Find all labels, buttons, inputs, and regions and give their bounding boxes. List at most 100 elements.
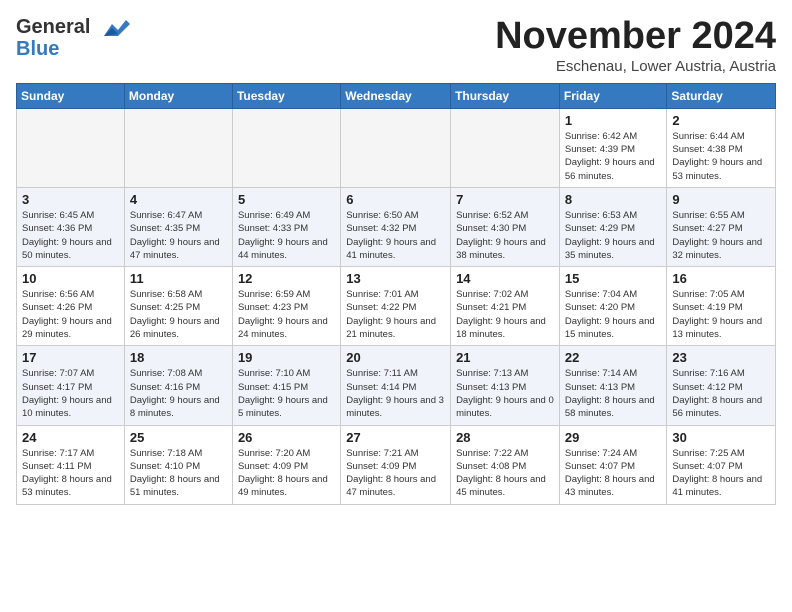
day-number: 7 bbox=[456, 192, 554, 207]
logo-line2: Blue bbox=[16, 38, 130, 60]
weekday-header-row: SundayMondayTuesdayWednesdayThursdayFrid… bbox=[17, 83, 776, 108]
day-cell: 9 Sunrise: 6:55 AM Sunset: 4:27 PM Daylig… bbox=[667, 187, 776, 266]
week-row-5: 24Sunrise: 7:17 AM Sunset: 4:11 PM Dayli… bbox=[17, 425, 776, 504]
week-row-4: 17Sunrise: 7:07 AM Sunset: 4:17 PM Dayli… bbox=[17, 346, 776, 425]
day-cell: 3 Sunrise: 6:45 AM Sunset: 4:36 PM Daylig… bbox=[17, 187, 125, 266]
day-cell bbox=[124, 108, 232, 187]
day-cell: 10Sunrise: 6:56 AM Sunset: 4:26 PM Dayli… bbox=[17, 267, 125, 346]
day-info: Sunrise: 7:24 AM Sunset: 4:07 PM Dayligh… bbox=[565, 447, 662, 500]
weekday-header-saturday: Saturday bbox=[667, 83, 776, 108]
day-info: Sunrise: 6:55 AM Sunset: 4:27 PM Dayligh… bbox=[672, 209, 770, 262]
day-info: Sunrise: 7:25 AM Sunset: 4:07 PM Dayligh… bbox=[672, 447, 770, 500]
day-number: 18 bbox=[130, 350, 227, 365]
day-info: Sunrise: 7:21 AM Sunset: 4:09 PM Dayligh… bbox=[346, 447, 445, 500]
day-number: 2 bbox=[672, 113, 770, 128]
location-subtitle: Eschenau, Lower Austria, Austria bbox=[495, 58, 776, 75]
day-cell: 22 Sunrise: 7:14 AM Sunset: 4:13 PM Dayli… bbox=[559, 346, 667, 425]
day-cell: 28 Sunrise: 7:22 AM Sunset: 4:08 PM Dayli… bbox=[451, 425, 560, 504]
day-info: Sunrise: 7:22 AM Sunset: 4:08 PM Dayligh… bbox=[456, 447, 554, 500]
day-cell: 13 Sunrise: 7:01 AM Sunset: 4:22 PM Dayli… bbox=[341, 267, 451, 346]
day-cell: 2 Sunrise: 6:44 AM Sunset: 4:38 PM Daylig… bbox=[667, 108, 776, 187]
day-info: Sunrise: 6:58 AM Sunset: 4:25 PM Dayligh… bbox=[130, 288, 227, 341]
weekday-header-friday: Friday bbox=[559, 83, 667, 108]
title-area: November 2024 Eschenau, Lower Austria, A… bbox=[495, 16, 776, 75]
day-info: Sunrise: 6:47 AM Sunset: 4:35 PM Dayligh… bbox=[130, 209, 227, 262]
day-cell: 1Sunrise: 6:42 AM Sunset: 4:39 PM Daylig… bbox=[559, 108, 667, 187]
day-number: 15 bbox=[565, 271, 662, 286]
day-info: Sunrise: 7:04 AM Sunset: 4:20 PM Dayligh… bbox=[565, 288, 662, 341]
day-info: Sunrise: 7:02 AM Sunset: 4:21 PM Dayligh… bbox=[456, 288, 554, 341]
day-info: Sunrise: 7:10 AM Sunset: 4:15 PM Dayligh… bbox=[238, 367, 335, 420]
day-number: 16 bbox=[672, 271, 770, 286]
day-number: 6 bbox=[346, 192, 445, 207]
day-info: Sunrise: 6:45 AM Sunset: 4:36 PM Dayligh… bbox=[22, 209, 119, 262]
day-info: Sunrise: 7:14 AM Sunset: 4:13 PM Dayligh… bbox=[565, 367, 662, 420]
day-info: Sunrise: 6:52 AM Sunset: 4:30 PM Dayligh… bbox=[456, 209, 554, 262]
day-number: 21 bbox=[456, 350, 554, 365]
day-cell: 14 Sunrise: 7:02 AM Sunset: 4:21 PM Dayli… bbox=[451, 267, 560, 346]
day-info: Sunrise: 7:20 AM Sunset: 4:09 PM Dayligh… bbox=[238, 447, 335, 500]
day-number: 12 bbox=[238, 271, 335, 286]
day-number: 8 bbox=[565, 192, 662, 207]
day-cell bbox=[451, 108, 560, 187]
day-cell: 15 Sunrise: 7:04 AM Sunset: 4:20 PM Dayli… bbox=[559, 267, 667, 346]
day-cell: 20 Sunrise: 7:11 AM Sunset: 4:14 PM Dayli… bbox=[341, 346, 451, 425]
day-cell bbox=[17, 108, 125, 187]
day-number: 5 bbox=[238, 192, 335, 207]
weekday-header-thursday: Thursday bbox=[451, 83, 560, 108]
day-cell bbox=[341, 108, 451, 187]
day-cell: 25 Sunrise: 7:18 AM Sunset: 4:10 PM Dayli… bbox=[124, 425, 232, 504]
day-number: 3 bbox=[22, 192, 119, 207]
day-info: Sunrise: 6:53 AM Sunset: 4:29 PM Dayligh… bbox=[565, 209, 662, 262]
day-info: Sunrise: 7:11 AM Sunset: 4:14 PM Dayligh… bbox=[346, 367, 445, 420]
day-cell: 6 Sunrise: 6:50 AM Sunset: 4:32 PM Daylig… bbox=[341, 187, 451, 266]
day-cell: 7 Sunrise: 6:52 AM Sunset: 4:30 PM Daylig… bbox=[451, 187, 560, 266]
day-info: Sunrise: 7:18 AM Sunset: 4:10 PM Dayligh… bbox=[130, 447, 227, 500]
day-number: 4 bbox=[130, 192, 227, 207]
weekday-header-monday: Monday bbox=[124, 83, 232, 108]
day-info: Sunrise: 7:16 AM Sunset: 4:12 PM Dayligh… bbox=[672, 367, 770, 420]
day-number: 14 bbox=[456, 271, 554, 286]
day-cell: 23 Sunrise: 7:16 AM Sunset: 4:12 PM Dayli… bbox=[667, 346, 776, 425]
day-cell: 27 Sunrise: 7:21 AM Sunset: 4:09 PM Dayli… bbox=[341, 425, 451, 504]
week-row-3: 10Sunrise: 6:56 AM Sunset: 4:26 PM Dayli… bbox=[17, 267, 776, 346]
day-number: 13 bbox=[346, 271, 445, 286]
day-number: 24 bbox=[22, 430, 119, 445]
day-number: 30 bbox=[672, 430, 770, 445]
day-cell: 19Sunrise: 7:10 AM Sunset: 4:15 PM Dayli… bbox=[232, 346, 340, 425]
day-number: 22 bbox=[565, 350, 662, 365]
day-number: 23 bbox=[672, 350, 770, 365]
weekday-header-sunday: Sunday bbox=[17, 83, 125, 108]
day-info: Sunrise: 6:42 AM Sunset: 4:39 PM Dayligh… bbox=[565, 130, 662, 183]
day-info: Sunrise: 6:49 AM Sunset: 4:33 PM Dayligh… bbox=[238, 209, 335, 262]
day-info: Sunrise: 6:56 AM Sunset: 4:26 PM Dayligh… bbox=[22, 288, 119, 341]
day-number: 27 bbox=[346, 430, 445, 445]
day-number: 9 bbox=[672, 192, 770, 207]
day-cell: 8 Sunrise: 6:53 AM Sunset: 4:29 PM Daylig… bbox=[559, 187, 667, 266]
week-row-1: 1Sunrise: 6:42 AM Sunset: 4:39 PM Daylig… bbox=[17, 108, 776, 187]
day-info: Sunrise: 6:59 AM Sunset: 4:23 PM Dayligh… bbox=[238, 288, 335, 341]
day-info: Sunrise: 7:05 AM Sunset: 4:19 PM Dayligh… bbox=[672, 288, 770, 341]
header: General Blue November 2024 Eschenau, Low… bbox=[16, 16, 776, 75]
month-title: November 2024 bbox=[495, 16, 776, 58]
day-number: 28 bbox=[456, 430, 554, 445]
day-info: Sunrise: 7:08 AM Sunset: 4:16 PM Dayligh… bbox=[130, 367, 227, 420]
day-number: 20 bbox=[346, 350, 445, 365]
day-number: 25 bbox=[130, 430, 227, 445]
logo-line1: General bbox=[16, 16, 130, 38]
day-cell bbox=[232, 108, 340, 187]
day-info: Sunrise: 7:13 AM Sunset: 4:13 PM Dayligh… bbox=[456, 367, 554, 420]
day-number: 17 bbox=[22, 350, 119, 365]
day-cell: 30 Sunrise: 7:25 AM Sunset: 4:07 PM Dayli… bbox=[667, 425, 776, 504]
day-cell: 4 Sunrise: 6:47 AM Sunset: 4:35 PM Daylig… bbox=[124, 187, 232, 266]
day-cell: 11Sunrise: 6:58 AM Sunset: 4:25 PM Dayli… bbox=[124, 267, 232, 346]
day-cell: 17Sunrise: 7:07 AM Sunset: 4:17 PM Dayli… bbox=[17, 346, 125, 425]
day-cell: 16 Sunrise: 7:05 AM Sunset: 4:19 PM Dayli… bbox=[667, 267, 776, 346]
day-info: Sunrise: 6:50 AM Sunset: 4:32 PM Dayligh… bbox=[346, 209, 445, 262]
calendar-table: SundayMondayTuesdayWednesdayThursdayFrid… bbox=[16, 83, 776, 505]
day-info: Sunrise: 7:01 AM Sunset: 4:22 PM Dayligh… bbox=[346, 288, 445, 341]
day-cell: 5 Sunrise: 6:49 AM Sunset: 4:33 PM Daylig… bbox=[232, 187, 340, 266]
day-info: Sunrise: 6:44 AM Sunset: 4:38 PM Dayligh… bbox=[672, 130, 770, 183]
logo: General Blue bbox=[16, 16, 130, 60]
week-row-2: 3 Sunrise: 6:45 AM Sunset: 4:36 PM Daylig… bbox=[17, 187, 776, 266]
